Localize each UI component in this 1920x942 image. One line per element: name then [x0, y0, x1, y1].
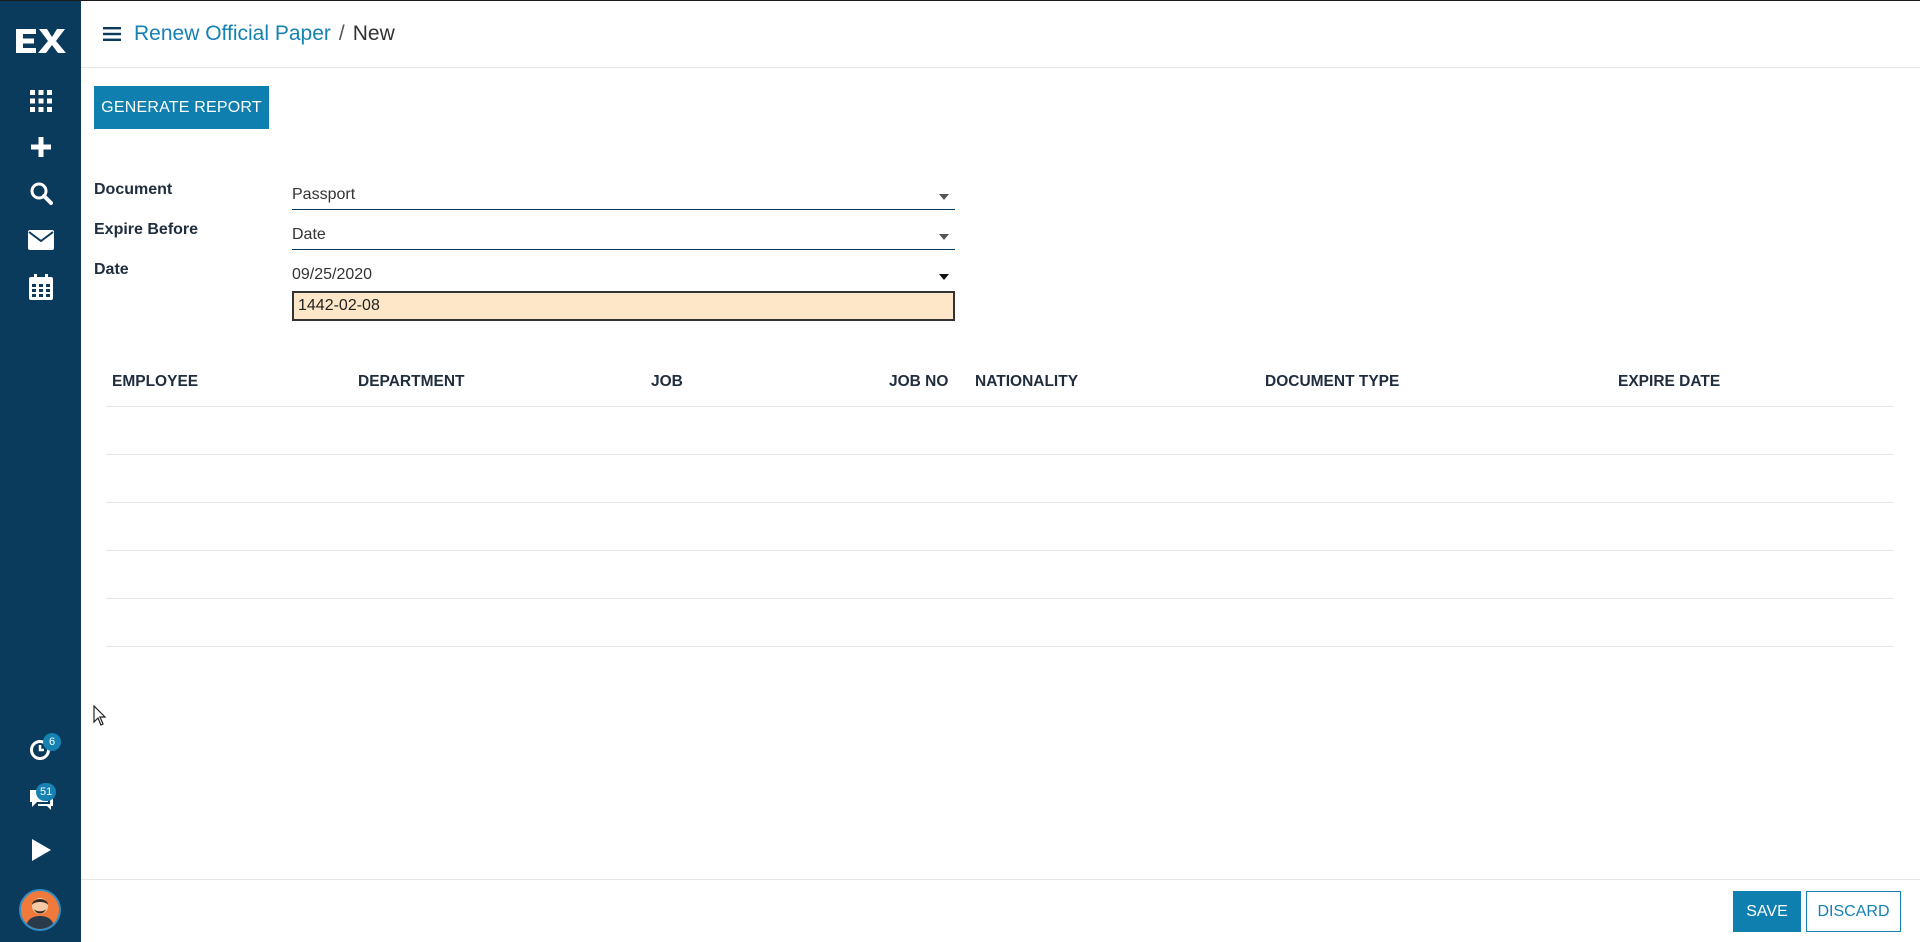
generate-report-button[interactable]: GENERATE REPORT: [94, 86, 269, 129]
sidebar: 6 51: [0, 1, 81, 942]
breadcrumb-separator: /: [338, 22, 345, 45]
save-button[interactable]: SAVE: [1733, 891, 1801, 932]
calendar-icon: [28, 274, 53, 300]
menu-toggle-button[interactable]: [103, 24, 123, 44]
table-row: [106, 599, 1893, 647]
hijri-date-input[interactable]: [292, 291, 955, 321]
table-row: [106, 551, 1893, 599]
sidebar-item-create[interactable]: [0, 127, 81, 167]
report-table: EMPLOYEE DEPARTMENT JOB JOB NO NATIONALI…: [106, 361, 1893, 647]
column-header-job[interactable]: JOB: [651, 373, 683, 391]
table-header: EMPLOYEE DEPARTMENT JOB JOB NO NATIONALI…: [106, 361, 1893, 407]
mail-icon: [27, 230, 54, 250]
sidebar-item-search[interactable]: [0, 173, 81, 213]
user-avatar-icon: [21, 891, 59, 929]
chat-badge: 51: [36, 783, 57, 801]
breadcrumb-parent-link[interactable]: Renew Official Paper: [134, 22, 331, 46]
chevron-down-icon: [939, 234, 949, 240]
table-row: [106, 455, 1893, 503]
mouse-cursor-icon: [93, 705, 107, 726]
column-header-document-type[interactable]: DOCUMENT TYPE: [1265, 373, 1399, 391]
apps-grid-icon: [29, 90, 52, 112]
date-label: Date: [94, 261, 129, 278]
column-header-nationality[interactable]: NATIONALITY: [975, 373, 1078, 391]
document-select[interactable]: Passport: [292, 182, 955, 210]
document-label: Document: [94, 181, 173, 198]
sidebar-item-calendar[interactable]: [0, 267, 81, 307]
top-bar: Renew Official Paper / New: [81, 1, 1920, 68]
avatar[interactable]: [19, 889, 61, 931]
table-row: [106, 503, 1893, 551]
discard-button[interactable]: DISCARD: [1806, 891, 1901, 932]
ex-logo-icon: [15, 29, 66, 53]
form-footer: [81, 879, 1920, 942]
sidebar-item-activity[interactable]: 6: [0, 729, 81, 769]
breadcrumb-current: New: [352, 22, 395, 45]
expire-before-select-value: Date: [292, 226, 326, 243]
column-header-job-no[interactable]: JOB NO: [889, 373, 948, 391]
app-logo[interactable]: [0, 19, 81, 63]
column-header-employee[interactable]: EMPLOYEE: [112, 373, 198, 391]
date-picker-field[interactable]: 09/25/2020: [292, 262, 955, 290]
search-icon: [30, 182, 53, 205]
sidebar-item-mail[interactable]: [0, 220, 81, 260]
expire-before-label: Expire Before: [94, 221, 199, 238]
sidebar-item-apps[interactable]: [0, 81, 81, 121]
document-select-value: Passport: [292, 186, 356, 203]
column-header-expire-date[interactable]: EXPIRE DATE: [1618, 373, 1720, 391]
chevron-down-icon: [939, 274, 949, 280]
sidebar-item-play[interactable]: [0, 830, 81, 870]
table-row: [106, 407, 1893, 455]
sidebar-item-chat[interactable]: 51: [0, 779, 81, 819]
expire-before-select[interactable]: Date: [292, 222, 955, 250]
chevron-down-icon: [939, 194, 949, 200]
plus-icon: [30, 137, 51, 157]
hamburger-icon: [103, 27, 121, 41]
play-icon: [31, 839, 51, 861]
date-field-value: 09/25/2020: [292, 266, 373, 283]
activity-badge: 6: [43, 733, 61, 751]
column-header-department[interactable]: DEPARTMENT: [358, 373, 465, 391]
breadcrumb: Renew Official Paper / New: [134, 22, 395, 46]
